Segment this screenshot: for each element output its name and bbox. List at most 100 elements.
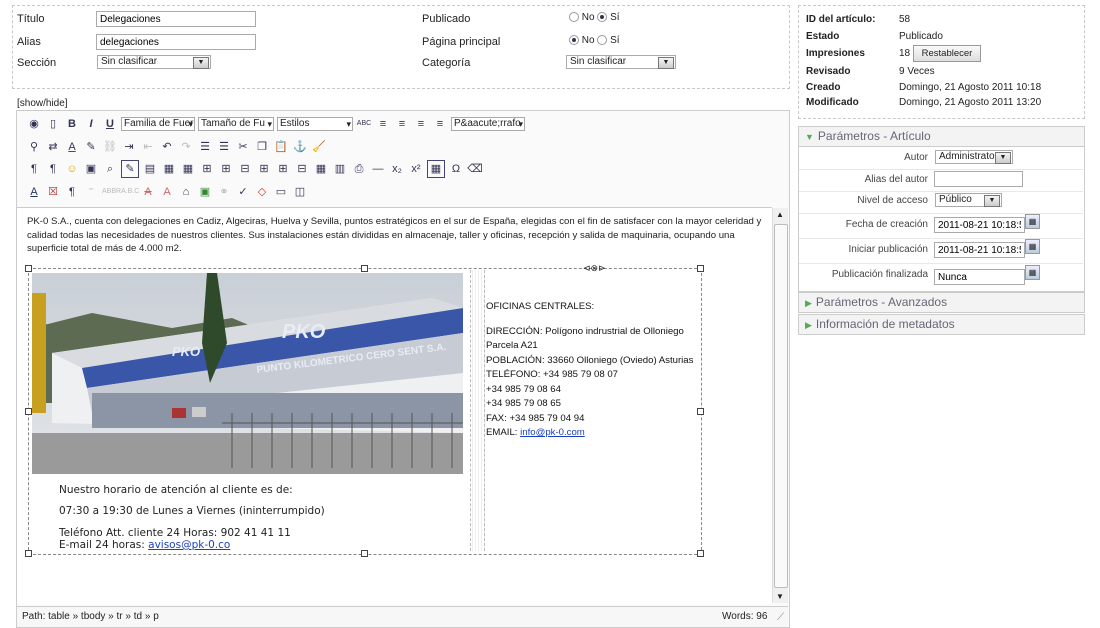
emoticon-icon[interactable]: ☺ xyxy=(64,161,80,177)
ltr-icon[interactable]: ¶ xyxy=(26,161,42,177)
edit-css-icon[interactable]: ✎ xyxy=(121,160,139,178)
autor-select[interactable]: Administrator ▼ xyxy=(935,150,1013,164)
restablecer-button[interactable]: Restablecer xyxy=(913,45,981,62)
font-size-select[interactable]: Tamaño de Fu xyxy=(198,117,274,131)
calendar-icon[interactable]: ▦ xyxy=(1025,214,1040,229)
fecha-creacion-input[interactable] xyxy=(934,217,1025,233)
titulo-input[interactable] xyxy=(96,11,256,27)
resize-handle[interactable] xyxy=(361,265,368,272)
resize-handle[interactable] xyxy=(697,408,704,415)
visual-aid-icon[interactable]: ▦ xyxy=(427,160,445,178)
close-icon[interactable]: ☒ xyxy=(45,184,61,200)
rtl-icon[interactable]: ¶ xyxy=(45,161,61,177)
iniciar-publicacion-input[interactable] xyxy=(934,242,1025,258)
element-path[interactable]: Path: table » tbody » tr » td » p xyxy=(22,611,159,622)
strikethrough-icon[interactable]: A xyxy=(140,184,156,200)
anchor-icon[interactable]: ⚓ xyxy=(292,139,308,155)
media-icon[interactable]: ▣ xyxy=(83,161,99,177)
delete-row-icon[interactable]: ⊟ xyxy=(237,161,253,177)
help-icon[interactable]: ◉ xyxy=(26,116,42,132)
bullet-list-icon[interactable]: ☰ xyxy=(216,139,232,155)
font-family-select[interactable]: Familia de Fuer xyxy=(121,117,195,131)
replace-icon[interactable]: ⇄ xyxy=(45,139,61,155)
resize-handle[interactable] xyxy=(697,265,704,272)
fit-icon[interactable]: ◫ xyxy=(292,184,308,200)
insert-row-after-icon[interactable]: ⊞ xyxy=(218,161,234,177)
resize-handle[interactable] xyxy=(697,550,704,557)
publicado-no-radio[interactable] xyxy=(569,12,579,23)
insert-text-icon[interactable]: A xyxy=(159,184,175,200)
insert-row-before-icon[interactable]: ⊞ xyxy=(199,161,215,177)
abbr-icon[interactable]: ABBR xyxy=(102,184,121,200)
undo-icon[interactable]: ↶ xyxy=(159,139,175,155)
publicacion-finalizada-input[interactable] xyxy=(934,269,1025,285)
cut-icon[interactable]: ✂ xyxy=(235,139,251,155)
font-color-icon[interactable]: A xyxy=(64,139,80,155)
alias-autor-input[interactable] xyxy=(934,171,1023,187)
resize-handle[interactable] xyxy=(25,550,32,557)
copy-icon[interactable]: ❐ xyxy=(254,139,270,155)
merge-cells-icon[interactable]: ▥ xyxy=(332,161,348,177)
horario-email-link[interactable]: avisos@pk-0.co xyxy=(148,539,230,551)
cite-icon[interactable]: “” xyxy=(83,184,99,200)
metadatos-header[interactable]: ▶ Información de metadatos xyxy=(798,314,1085,335)
paste-icon[interactable]: 📋 xyxy=(273,139,289,155)
align-left-icon[interactable]: ≡ xyxy=(375,116,391,132)
email-link[interactable]: info@pk-0.com xyxy=(520,427,585,438)
spellchecker-icon[interactable]: ✓ xyxy=(235,184,251,200)
scrollbar-thumb[interactable] xyxy=(774,224,788,588)
delete-col-icon[interactable]: ⊟ xyxy=(294,161,310,177)
outdent-icon[interactable]: ⇤ xyxy=(140,139,156,155)
horizontal-rule-icon[interactable]: — xyxy=(370,161,386,177)
template-icon[interactable]: ⌂ xyxy=(178,184,194,200)
print-icon[interactable]: ⎙ xyxy=(351,161,367,177)
alias-input[interactable] xyxy=(96,34,256,50)
justify-icon[interactable]: ≡ xyxy=(432,116,448,132)
insert-col-after-icon[interactable]: ⊞ xyxy=(275,161,291,177)
params-articulo-header[interactable]: ▼ Parámetros - Artículo xyxy=(798,126,1085,147)
spellcheck-icon[interactable]: ABC xyxy=(356,116,372,132)
font-style-icon[interactable]: A xyxy=(26,184,42,200)
fullscreen-icon[interactable]: ▭ xyxy=(273,184,289,200)
show-hide-link[interactable]: [show/hide] xyxy=(17,98,68,109)
align-right-icon[interactable]: ≡ xyxy=(413,116,429,132)
highlight-icon[interactable]: ✎ xyxy=(83,139,99,155)
pilcrow-icon[interactable]: ¶ xyxy=(64,184,80,200)
calendar-icon[interactable]: ▦ xyxy=(1025,239,1040,254)
special-char-icon[interactable]: Ω xyxy=(448,161,464,177)
publicado-si-radio[interactable] xyxy=(597,12,608,23)
format-select[interactable]: P&aacute;rrafo xyxy=(451,117,525,131)
calendar-icon[interactable]: ▦ xyxy=(1025,265,1040,280)
nivel-acceso-select[interactable]: Público ▼ xyxy=(935,193,1002,207)
categoria-select[interactable]: Sin clasificar ▼ xyxy=(566,55,676,69)
unlink-icon[interactable]: ⛓ xyxy=(102,139,118,155)
subscript-icon[interactable]: x₂ xyxy=(389,161,405,177)
bold-icon[interactable]: B xyxy=(64,116,80,132)
italic-icon[interactable]: I xyxy=(83,116,99,132)
link-icon[interactable]: ⚭ xyxy=(216,184,232,200)
align-center-icon[interactable]: ≡ xyxy=(394,116,410,132)
editor-scrollbar[interactable]: ▲ ▼ xyxy=(772,208,788,603)
scroll-down-arrow-icon[interactable]: ▼ xyxy=(776,592,784,601)
redo-icon[interactable]: ↷ xyxy=(178,139,194,155)
find-icon[interactable]: ⚲ xyxy=(26,139,42,155)
grid-icon[interactable]: ▦ xyxy=(313,161,329,177)
table-icon[interactable]: ▦ xyxy=(161,161,177,177)
row-props-icon[interactable]: ▦ xyxy=(180,161,196,177)
resize-handle[interactable] xyxy=(25,408,32,415)
preview-icon[interactable]: ⌕ xyxy=(102,161,118,177)
indent-icon[interactable]: ⇥ xyxy=(121,139,137,155)
insert-layer-icon[interactable]: ▤ xyxy=(142,161,158,177)
image-icon[interactable]: ▣ xyxy=(197,184,213,200)
underline-icon[interactable]: U xyxy=(102,116,118,132)
cleanup-icon[interactable]: 🧹 xyxy=(311,139,327,155)
superscript-icon[interactable]: x² xyxy=(408,161,424,177)
numbered-list-icon[interactable]: ☰ xyxy=(197,139,213,155)
eraser-icon[interactable]: ⌫ xyxy=(467,161,483,177)
params-avanzados-header[interactable]: ▶ Parámetros - Avanzados xyxy=(798,292,1085,313)
pagina-no-radio[interactable] xyxy=(569,35,579,46)
pagebreak-icon[interactable]: ◇ xyxy=(254,184,270,200)
scroll-up-arrow-icon[interactable]: ▲ xyxy=(776,210,784,219)
new-document-icon[interactable]: ▯ xyxy=(45,116,61,132)
move-handle-icon[interactable]: ⊲⊗⊳ xyxy=(583,263,606,274)
